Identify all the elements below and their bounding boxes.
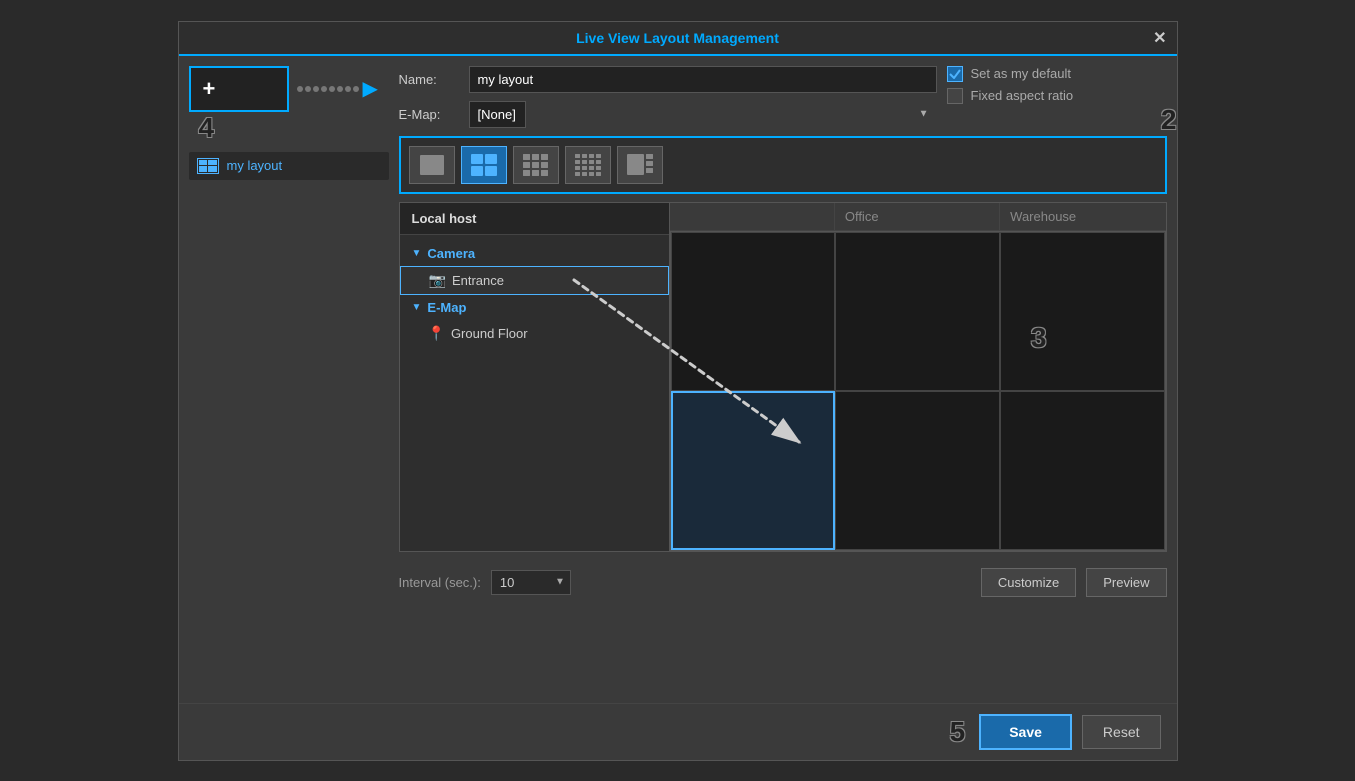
fixed-aspect-label: Fixed aspect ratio bbox=[971, 88, 1074, 103]
emap-row: E-Map: [None] bbox=[399, 101, 937, 128]
step4-label: 4 bbox=[199, 112, 215, 144]
layout-btn-film[interactable] bbox=[617, 146, 663, 184]
icon-cell-1 bbox=[199, 160, 208, 166]
icon-cell-2 bbox=[208, 160, 217, 166]
video-cell-1-1[interactable] bbox=[835, 391, 1000, 550]
layout-icon bbox=[197, 158, 219, 174]
arrow-right-icon: ▶ bbox=[363, 76, 378, 101]
dot4 bbox=[321, 86, 327, 92]
dot6 bbox=[337, 86, 343, 92]
emap-group-label: E-Map bbox=[427, 300, 466, 315]
name-emap-section: Name: E-Map: [None] bbox=[399, 66, 937, 128]
col-header-0 bbox=[670, 203, 835, 230]
dot5 bbox=[329, 86, 335, 92]
name-input[interactable] bbox=[469, 66, 937, 93]
preview-button[interactable]: Preview bbox=[1086, 568, 1166, 597]
layout-btn-2x2[interactable] bbox=[461, 146, 507, 184]
video-area: Office Warehouse bbox=[670, 203, 1166, 551]
layout-item[interactable]: my layout bbox=[189, 152, 389, 180]
col-header-warehouse: Warehouse bbox=[1000, 203, 1165, 230]
step4-row: 4 bbox=[199, 112, 389, 144]
tree-section: ▼ Camera 📷 Entrance ▼ E-Map bbox=[400, 235, 669, 353]
dialog-body: + ▶ 4 bbox=[179, 56, 1177, 703]
film-grid-icon bbox=[626, 153, 654, 177]
emap-group[interactable]: ▼ E-Map bbox=[400, 295, 669, 320]
dot3 bbox=[313, 86, 319, 92]
customize-button[interactable]: Customize bbox=[981, 568, 1076, 597]
layout-btn-single[interactable] bbox=[409, 146, 455, 184]
video-cell-1-2[interactable] bbox=[1000, 391, 1165, 550]
emap-triangle-icon: ▼ bbox=[412, 302, 422, 313]
camera-entrance-label: Entrance bbox=[452, 273, 504, 288]
set-default-label: Set as my default bbox=[971, 66, 1071, 81]
video-cell-1-0[interactable] bbox=[671, 391, 836, 550]
set-default-row: Set as my default bbox=[947, 66, 1071, 82]
emap-label: E-Map: bbox=[399, 107, 459, 122]
content-area: Local host ▼ Camera 📷 Entrance bbox=[399, 202, 1167, 552]
video-cell-0-1[interactable] bbox=[835, 232, 1000, 391]
col-headers: Office Warehouse bbox=[670, 203, 1166, 231]
pin-icon: 📍 bbox=[428, 325, 445, 342]
video-cell-0-2[interactable] bbox=[1000, 232, 1165, 391]
content-wrapper: Local host ▼ Camera 📷 Entrance bbox=[399, 202, 1167, 552]
step3-label: 3 bbox=[1031, 322, 1047, 354]
video-grid bbox=[670, 231, 1166, 551]
title-bar: Live View Layout Management ✕ bbox=[179, 22, 1177, 56]
plus-icon: + bbox=[203, 76, 216, 102]
4x4-grid-icon bbox=[574, 153, 602, 177]
add-layout-button[interactable]: + bbox=[189, 66, 289, 112]
toolbar-wrapper: 2 bbox=[399, 136, 1167, 194]
dot8 bbox=[353, 86, 359, 92]
emap-select[interactable]: [None] bbox=[469, 101, 526, 128]
2x2-grid-icon bbox=[470, 153, 498, 177]
layout-btn-4x4[interactable] bbox=[565, 146, 611, 184]
interval-label: Interval (sec.): bbox=[399, 575, 481, 590]
camera-entrance-item[interactable]: 📷 Entrance bbox=[400, 266, 669, 295]
camera-small-icon: 📷 bbox=[429, 272, 446, 289]
source-header: Local host bbox=[400, 203, 669, 235]
icon-cell-3 bbox=[199, 166, 208, 172]
left-panel: + ▶ 4 bbox=[189, 66, 389, 693]
top-row: + ▶ bbox=[189, 66, 389, 112]
name-row: Name: bbox=[399, 66, 937, 93]
interval-select[interactable]: 10 bbox=[491, 570, 571, 595]
interval-select-wrapper: 10 bbox=[491, 570, 571, 595]
form-header-area: Name: E-Map: [None] bbox=[399, 66, 1167, 128]
icon-cell-4 bbox=[208, 166, 217, 172]
fixed-aspect-row: Fixed aspect ratio bbox=[947, 88, 1074, 104]
right-panel: Name: E-Map: [None] bbox=[399, 66, 1167, 693]
dot1 bbox=[297, 86, 303, 92]
step2-label: 2 bbox=[1161, 104, 1177, 136]
col-header-office: Office bbox=[835, 203, 1000, 230]
source-panel: Local host ▼ Camera 📷 Entrance bbox=[400, 203, 670, 551]
bottom-controls: Interval (sec.): 10 Customize Preview bbox=[399, 560, 1167, 605]
name-label: Name: bbox=[399, 72, 459, 87]
dot-line: ▶ bbox=[297, 76, 378, 101]
3x3-grid-icon bbox=[522, 153, 550, 177]
layout-toolbar bbox=[399, 136, 1167, 194]
layout-item-name: my layout bbox=[227, 158, 283, 173]
layout-btn-3x3[interactable] bbox=[513, 146, 559, 184]
dialog-container: Live View Layout Management ✕ + bbox=[178, 21, 1178, 761]
set-default-checkbox[interactable] bbox=[947, 66, 963, 82]
single-grid-icon bbox=[418, 153, 446, 177]
close-button[interactable]: ✕ bbox=[1153, 28, 1166, 48]
fixed-aspect-checkbox[interactable] bbox=[947, 88, 963, 104]
video-cell-0-0[interactable] bbox=[671, 232, 836, 391]
reset-button[interactable]: Reset bbox=[1082, 715, 1161, 749]
save-button[interactable]: Save bbox=[979, 714, 1072, 750]
emap-select-wrapper: [None] bbox=[469, 101, 937, 128]
emap-ground-floor-label: Ground Floor bbox=[451, 326, 528, 341]
camera-group[interactable]: ▼ Camera bbox=[400, 241, 669, 266]
camera-triangle-icon: ▼ bbox=[412, 248, 422, 259]
dot2 bbox=[305, 86, 311, 92]
camera-group-label: Camera bbox=[427, 246, 475, 261]
step5-label: 5 bbox=[950, 716, 966, 748]
dialog-title: Live View Layout Management bbox=[576, 30, 779, 46]
dialog-footer: 5 Save Reset bbox=[179, 703, 1177, 760]
top-right-options: Set as my default Fixed aspect ratio bbox=[947, 66, 1167, 104]
dot7 bbox=[345, 86, 351, 92]
emap-ground-floor-item[interactable]: 📍 Ground Floor bbox=[400, 320, 669, 347]
